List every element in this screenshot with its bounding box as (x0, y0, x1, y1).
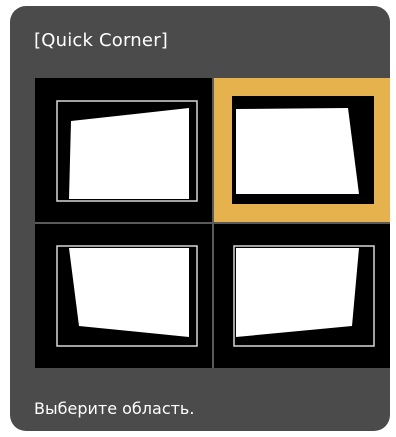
corner-option-top-left[interactable] (35, 78, 212, 222)
corner-option-bottom-right[interactable] (214, 224, 390, 368)
projected-image-shape (236, 108, 359, 194)
keystone-preview-bottom-right-icon (233, 245, 375, 347)
dialog-title: [Quick Corner] (34, 30, 169, 51)
status-message: Выберите область. (34, 399, 195, 418)
corner-selection-grid (35, 78, 390, 368)
grid-divider-horizontal (35, 222, 390, 224)
keystone-preview-top-right-icon (214, 78, 390, 222)
corner-option-top-right[interactable] (214, 78, 390, 222)
projected-image-shape (69, 248, 189, 337)
quick-corner-dialog: [Quick Corner] Выберите область. (10, 6, 390, 431)
projected-image-shape (236, 248, 359, 337)
keystone-preview-top-left-icon (56, 100, 198, 202)
corner-option-bottom-left[interactable] (35, 224, 212, 368)
keystone-preview-bottom-left-icon (56, 245, 198, 347)
projected-image-shape (69, 108, 189, 199)
